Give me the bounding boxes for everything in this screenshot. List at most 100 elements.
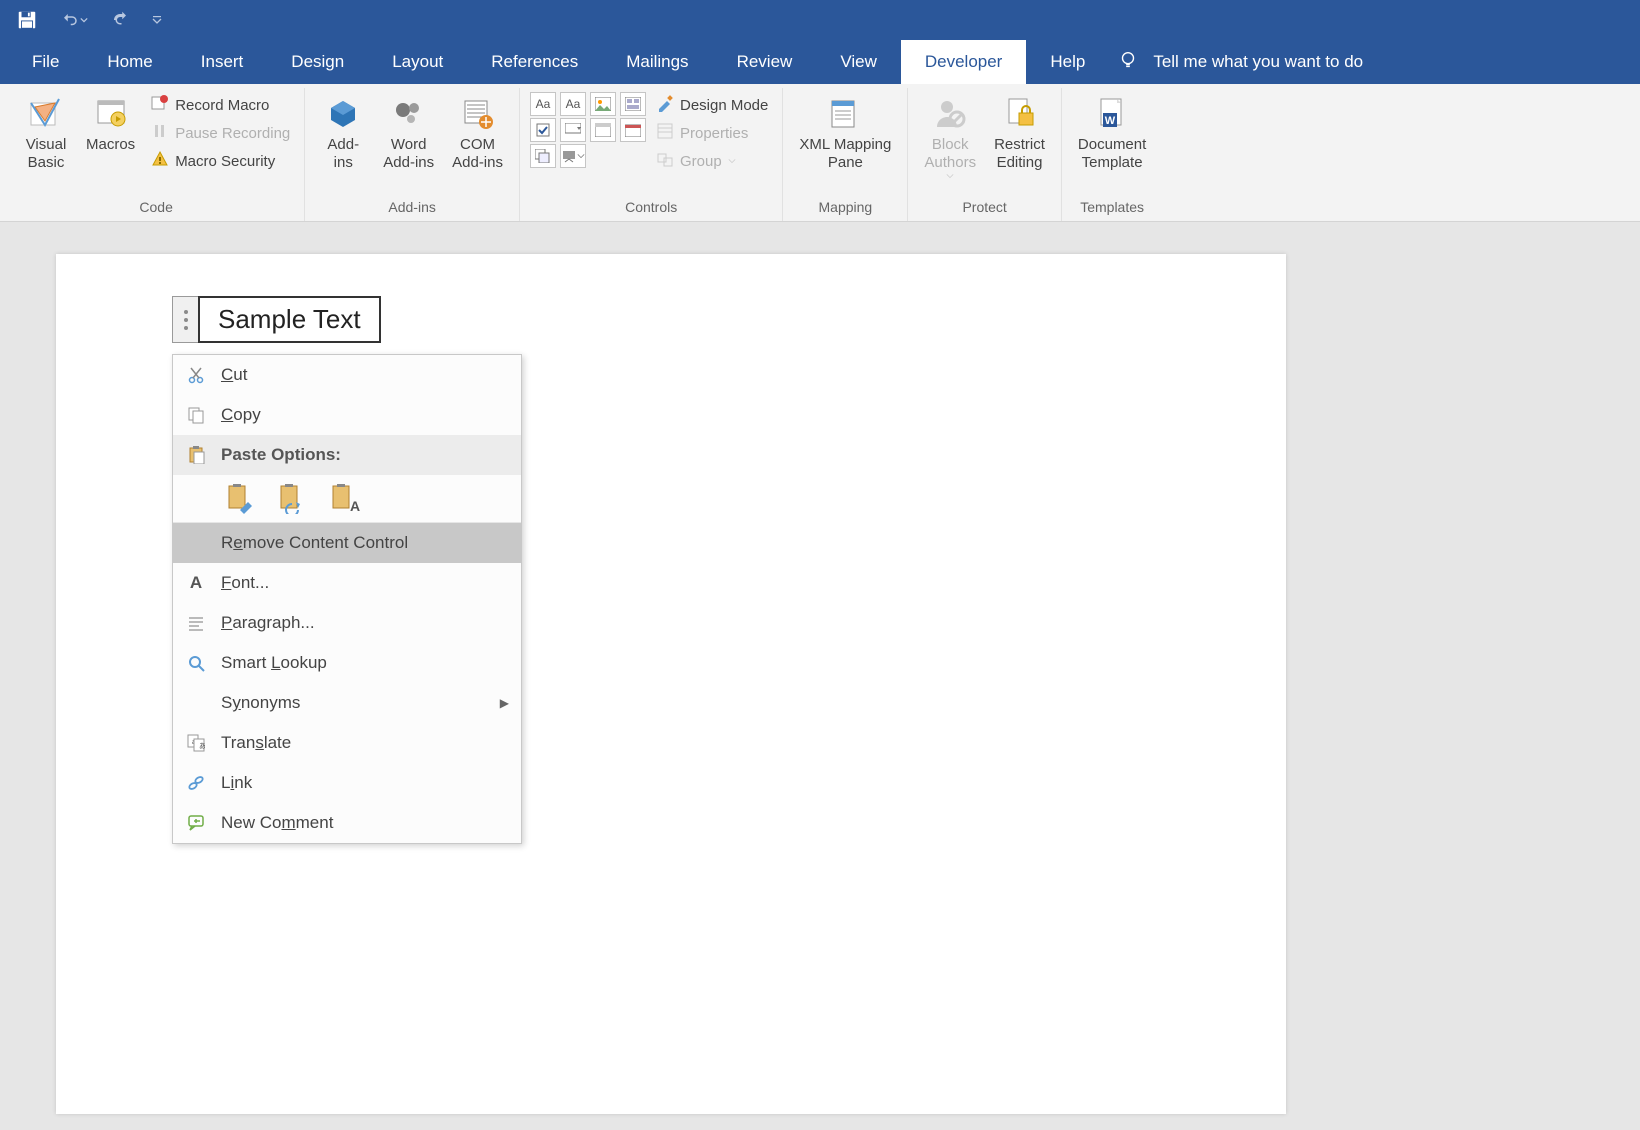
group-label-templates: Templates: [1080, 195, 1144, 221]
ribbon: VisualBasic Macros Record Macro Pause Re…: [0, 84, 1640, 222]
content-control[interactable]: Sample Text: [172, 296, 381, 343]
ctx-smart-lookup[interactable]: Smart Lookup: [173, 643, 521, 683]
document-page[interactable]: Sample Text Cut Copy Paste Options: A: [56, 254, 1286, 1114]
ctx-copy[interactable]: Copy: [173, 395, 521, 435]
ctx-cut[interactable]: Cut: [173, 355, 521, 395]
word-addins-icon: [392, 96, 426, 132]
dropdown-control-button[interactable]: [590, 118, 616, 142]
addins-label: Add-ins: [327, 136, 359, 172]
content-control-handle[interactable]: [172, 296, 198, 343]
pause-recording-label: Pause Recording: [175, 125, 290, 142]
building-block-control-button[interactable]: [620, 92, 646, 116]
com-addins-icon: [461, 96, 495, 132]
group-label: Group: [680, 153, 722, 170]
tab-view[interactable]: View: [816, 40, 901, 84]
title-bar: [0, 0, 1640, 40]
tab-file[interactable]: File: [8, 40, 83, 84]
repeating-icon: [535, 149, 551, 163]
ribbon-group-protect: BlockAuthors RestrictEditing Protect: [908, 88, 1062, 221]
addins-icon: [326, 96, 360, 132]
visual-basic-label: VisualBasic: [26, 136, 67, 172]
design-mode-button[interactable]: Design Mode: [652, 92, 772, 118]
properties-label: Properties: [680, 125, 748, 142]
content-control-text[interactable]: Sample Text: [198, 296, 381, 343]
legacy-tools-button[interactable]: [560, 144, 586, 168]
ctx-paste-options-row: A: [173, 475, 521, 523]
tab-developer[interactable]: Developer: [901, 40, 1027, 84]
design-mode-icon: [656, 94, 674, 116]
dropdown-icon: [595, 123, 611, 137]
save-button[interactable]: [10, 7, 44, 33]
word-addins-label: WordAdd-ins: [383, 136, 434, 172]
undo-icon: [60, 11, 80, 29]
visual-basic-icon: [29, 96, 63, 132]
visual-basic-button[interactable]: VisualBasic: [18, 92, 74, 176]
tell-me-search[interactable]: Tell me what you want to do: [1117, 40, 1363, 84]
design-mode-label: Design Mode: [680, 97, 768, 114]
checkbox-icon: [536, 123, 550, 137]
chevron-down-icon: [946, 172, 954, 180]
ribbon-group-mapping: XML MappingPane Mapping: [783, 88, 908, 221]
macros-icon: [94, 96, 128, 132]
ctx-synonyms[interactable]: Synonyms ▶: [173, 683, 521, 723]
tab-home[interactable]: Home: [83, 40, 176, 84]
group-label-mapping: Mapping: [819, 195, 873, 221]
ribbon-group-templates: W DocumentTemplate Templates: [1062, 88, 1162, 221]
date-picker-control-button[interactable]: [620, 118, 646, 142]
xml-mapping-icon: [828, 96, 862, 132]
tab-insert[interactable]: Insert: [177, 40, 268, 84]
macro-security-button[interactable]: Macro Security: [147, 148, 294, 174]
restrict-editing-icon: [1003, 96, 1037, 132]
rich-text-control-button[interactable]: Aa: [530, 92, 556, 116]
ctx-font[interactable]: A Font...: [173, 563, 521, 603]
svg-text:あ: あ: [199, 742, 205, 750]
undo-button[interactable]: [54, 9, 94, 31]
repeating-section-control-button[interactable]: [530, 144, 556, 168]
ctx-remove-content-control[interactable]: Remove Content Control: [173, 523, 521, 563]
record-macro-button[interactable]: Record Macro: [147, 92, 294, 118]
ctx-remove-cc-label: Remove Content Control: [221, 533, 509, 553]
restrict-editing-button[interactable]: RestrictEditing: [988, 92, 1051, 176]
plain-text-control-button[interactable]: Aa: [560, 92, 586, 116]
record-macro-label: Record Macro: [175, 97, 269, 114]
picture-control-button[interactable]: [590, 92, 616, 116]
addins-button[interactable]: Add-ins: [315, 92, 371, 176]
translate-icon: aあ: [185, 732, 207, 754]
redo-button[interactable]: [104, 9, 136, 31]
paste-text-only-button[interactable]: A: [327, 481, 363, 517]
checkbox-control-button[interactable]: [530, 118, 556, 142]
paste-merge-button[interactable]: [275, 481, 311, 517]
group-label-code: Code: [139, 195, 172, 221]
xml-mapping-label: XML MappingPane: [799, 136, 891, 172]
ctx-link[interactable]: Link: [173, 763, 521, 803]
combobox-control-button[interactable]: [560, 118, 586, 142]
tab-design[interactable]: Design: [267, 40, 368, 84]
tab-review[interactable]: Review: [713, 40, 817, 84]
ctx-link-label: Link: [221, 773, 509, 793]
redo-icon: [110, 11, 130, 29]
document-template-button[interactable]: W DocumentTemplate: [1072, 92, 1152, 176]
com-addins-button[interactable]: COMAdd-ins: [446, 92, 509, 176]
macros-button[interactable]: Macros: [80, 92, 141, 158]
ctx-translate[interactable]: aあ Translate: [173, 723, 521, 763]
cut-icon: [185, 364, 207, 386]
block-authors-label: BlockAuthors: [924, 136, 976, 172]
ctx-new-comment[interactable]: New Comment: [173, 803, 521, 843]
com-addins-label: COMAdd-ins: [452, 136, 503, 172]
tab-references[interactable]: References: [467, 40, 602, 84]
record-macro-icon: [151, 94, 169, 116]
tab-help[interactable]: Help: [1026, 40, 1109, 84]
xml-mapping-button[interactable]: XML MappingPane: [793, 92, 897, 176]
paste-keep-source-button[interactable]: [223, 481, 259, 517]
date-icon: [625, 123, 641, 137]
macros-label: Macros: [86, 136, 135, 154]
word-addins-button[interactable]: WordAdd-ins: [377, 92, 440, 176]
ctx-paragraph[interactable]: Paragraph...: [173, 603, 521, 643]
tab-layout[interactable]: Layout: [368, 40, 467, 84]
smart-lookup-icon: [185, 652, 207, 674]
ctx-smart-lookup-label: Smart Lookup: [221, 653, 509, 673]
context-menu: Cut Copy Paste Options: A Remove Content…: [172, 354, 522, 844]
qat-customize-button[interactable]: [146, 13, 168, 27]
tab-mailings[interactable]: Mailings: [602, 40, 712, 84]
ribbon-tabs: File Home Insert Design Layout Reference…: [0, 40, 1640, 84]
